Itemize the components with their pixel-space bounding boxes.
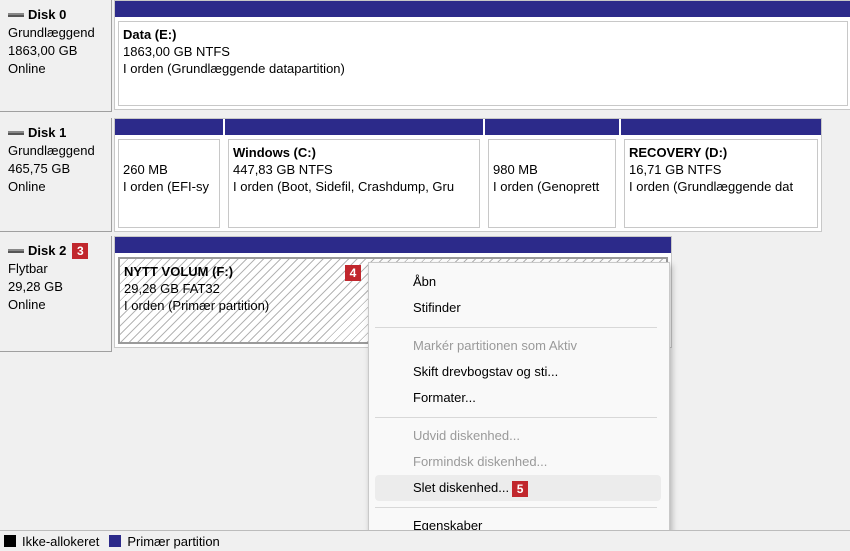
- legend-primary: Primær partition: [109, 533, 220, 549]
- partition-size: 980 MB: [493, 162, 538, 177]
- disk-1-row: Disk 1 Grundlæggend 465,75 GB Online 260…: [0, 118, 850, 232]
- partition-box: Windows (C:) 447,83 GB NTFS I orden (Boo…: [228, 139, 480, 228]
- menu-separator: [375, 507, 657, 508]
- disk-0-type: Grundlæggend: [8, 25, 95, 40]
- disk-icon: [8, 249, 24, 253]
- partition-data-e[interactable]: Data (E:) 1863,00 GB NTFS I orden (Grund…: [115, 1, 850, 109]
- menu-item-extend-volume[interactable]: Udvid diskenhed...: [375, 423, 661, 449]
- disk-0-row: Disk 0 Grundlæggend 1863,00 GB Online Da…: [0, 0, 850, 112]
- partition-recovery-980[interactable]: 980 MB I orden (Genoprett: [485, 119, 619, 231]
- disk-icon: [8, 131, 24, 135]
- menu-item-change-drive-letter[interactable]: Skift drevbogstav og sti...: [375, 359, 661, 385]
- partition-bar: [485, 119, 619, 135]
- disk-1-size: 465,75 GB: [8, 161, 71, 176]
- callout-badge-4: 4: [345, 265, 361, 281]
- partition-status: I orden (Grundlæggende dat: [629, 179, 794, 194]
- partition-volume: [493, 144, 611, 161]
- menu-item-delete-volume[interactable]: Slet diskenhed... 5: [375, 475, 661, 501]
- partition-box: 260 MB I orden (EFI-sy: [118, 139, 220, 228]
- menu-item-mark-active[interactable]: Markér partitionen som Aktiv: [375, 333, 661, 359]
- partition-box: Data (E:) 1863,00 GB NTFS I orden (Grund…: [118, 21, 848, 106]
- partition-size: 1863,00 GB NTFS: [123, 44, 230, 59]
- menu-item-delete-label: Slet diskenhed...: [413, 480, 510, 495]
- partition-box: 980 MB I orden (Genoprett: [488, 139, 616, 228]
- disk-2-type: Flytbar: [8, 261, 48, 276]
- partition-recovery-d[interactable]: RECOVERY (D:) 16,71 GB NTFS I orden (Gru…: [621, 119, 821, 231]
- partition-bar: [115, 237, 671, 253]
- partition-volume: Windows (C:): [233, 145, 316, 160]
- disk-1-status: Online: [8, 179, 46, 194]
- disk-2-size: 29,28 GB: [8, 279, 63, 294]
- legend-swatch-unallocated: [4, 535, 16, 547]
- partition-size: 16,71 GB NTFS: [629, 162, 722, 177]
- context-menu: Åbn Stifinder Markér partitionen som Akt…: [368, 262, 670, 551]
- menu-separator: [375, 327, 657, 328]
- menu-item-format[interactable]: Formater...: [375, 385, 661, 411]
- legend-unallocated: Ikke-allokeret: [4, 534, 99, 549]
- disk-1-label[interactable]: Disk 1 Grundlæggend 465,75 GB Online: [0, 118, 112, 232]
- partition-bar: [621, 119, 821, 135]
- partition-volume: Data (E:): [123, 27, 177, 42]
- disk-0-label[interactable]: Disk 0 Grundlæggend 1863,00 GB Online: [0, 0, 112, 112]
- partition-status: I orden (Grundlæggende datapartition): [123, 61, 345, 76]
- partition-bar: [225, 119, 483, 135]
- legend-label-primary: Primær partition: [127, 533, 220, 549]
- partition-windows-c[interactable]: Windows (C:) 447,83 GB NTFS I orden (Boo…: [225, 119, 483, 231]
- menu-separator: [375, 417, 657, 418]
- partition-volume: RECOVERY (D:): [629, 145, 728, 160]
- menu-item-explorer[interactable]: Stifinder: [375, 295, 661, 321]
- disk-1-type: Grundlæggend: [8, 143, 95, 158]
- legend-label-unallocated: Ikke-allokeret: [22, 533, 100, 549]
- disk-1-partitions: 260 MB I orden (EFI-sy Windows (C:) 447,…: [114, 118, 822, 232]
- partition-bar: [115, 1, 850, 17]
- legend-bar: Ikke-allokeret Primær partition: [0, 530, 850, 551]
- partition-box: RECOVERY (D:) 16,71 GB NTFS I orden (Gru…: [624, 139, 818, 228]
- partition-volume: [123, 144, 215, 161]
- disk-0-partitions: Data (E:) 1863,00 GB NTFS I orden (Grund…: [114, 0, 850, 110]
- disk-1-name: Disk 1: [28, 125, 67, 140]
- menu-item-open[interactable]: Åbn: [375, 269, 661, 295]
- disk-2-name: Disk 2: [28, 243, 67, 258]
- disk-0-status: Online: [8, 61, 46, 76]
- menu-item-shrink-volume[interactable]: Formindsk diskenhed...: [375, 449, 661, 475]
- callout-badge-3: 3: [72, 243, 89, 259]
- legend-swatch-primary: [109, 535, 122, 547]
- disk-2-label[interactable]: Disk 2 3 Flytbar 29,28 GB Online: [0, 236, 112, 352]
- partition-status: I orden (Boot, Sidefil, Crashdump, Gru: [233, 179, 455, 194]
- partition-efi[interactable]: 260 MB I orden (EFI-sy: [115, 119, 223, 231]
- disk-2-status: Online: [8, 297, 46, 312]
- partition-size: 260 MB: [123, 162, 168, 177]
- partition-size: 447,83 GB NTFS: [233, 162, 333, 177]
- partition-bar: [115, 119, 223, 135]
- partition-status: I orden (EFI-sy: [123, 179, 209, 194]
- callout-badge-5: 5: [512, 480, 529, 497]
- partition-status: I orden (Genoprett: [493, 179, 600, 194]
- disk-0-name: Disk 0: [28, 7, 67, 22]
- disk-0-size: 1863,00 GB: [8, 43, 78, 58]
- disk-icon: [8, 13, 24, 17]
